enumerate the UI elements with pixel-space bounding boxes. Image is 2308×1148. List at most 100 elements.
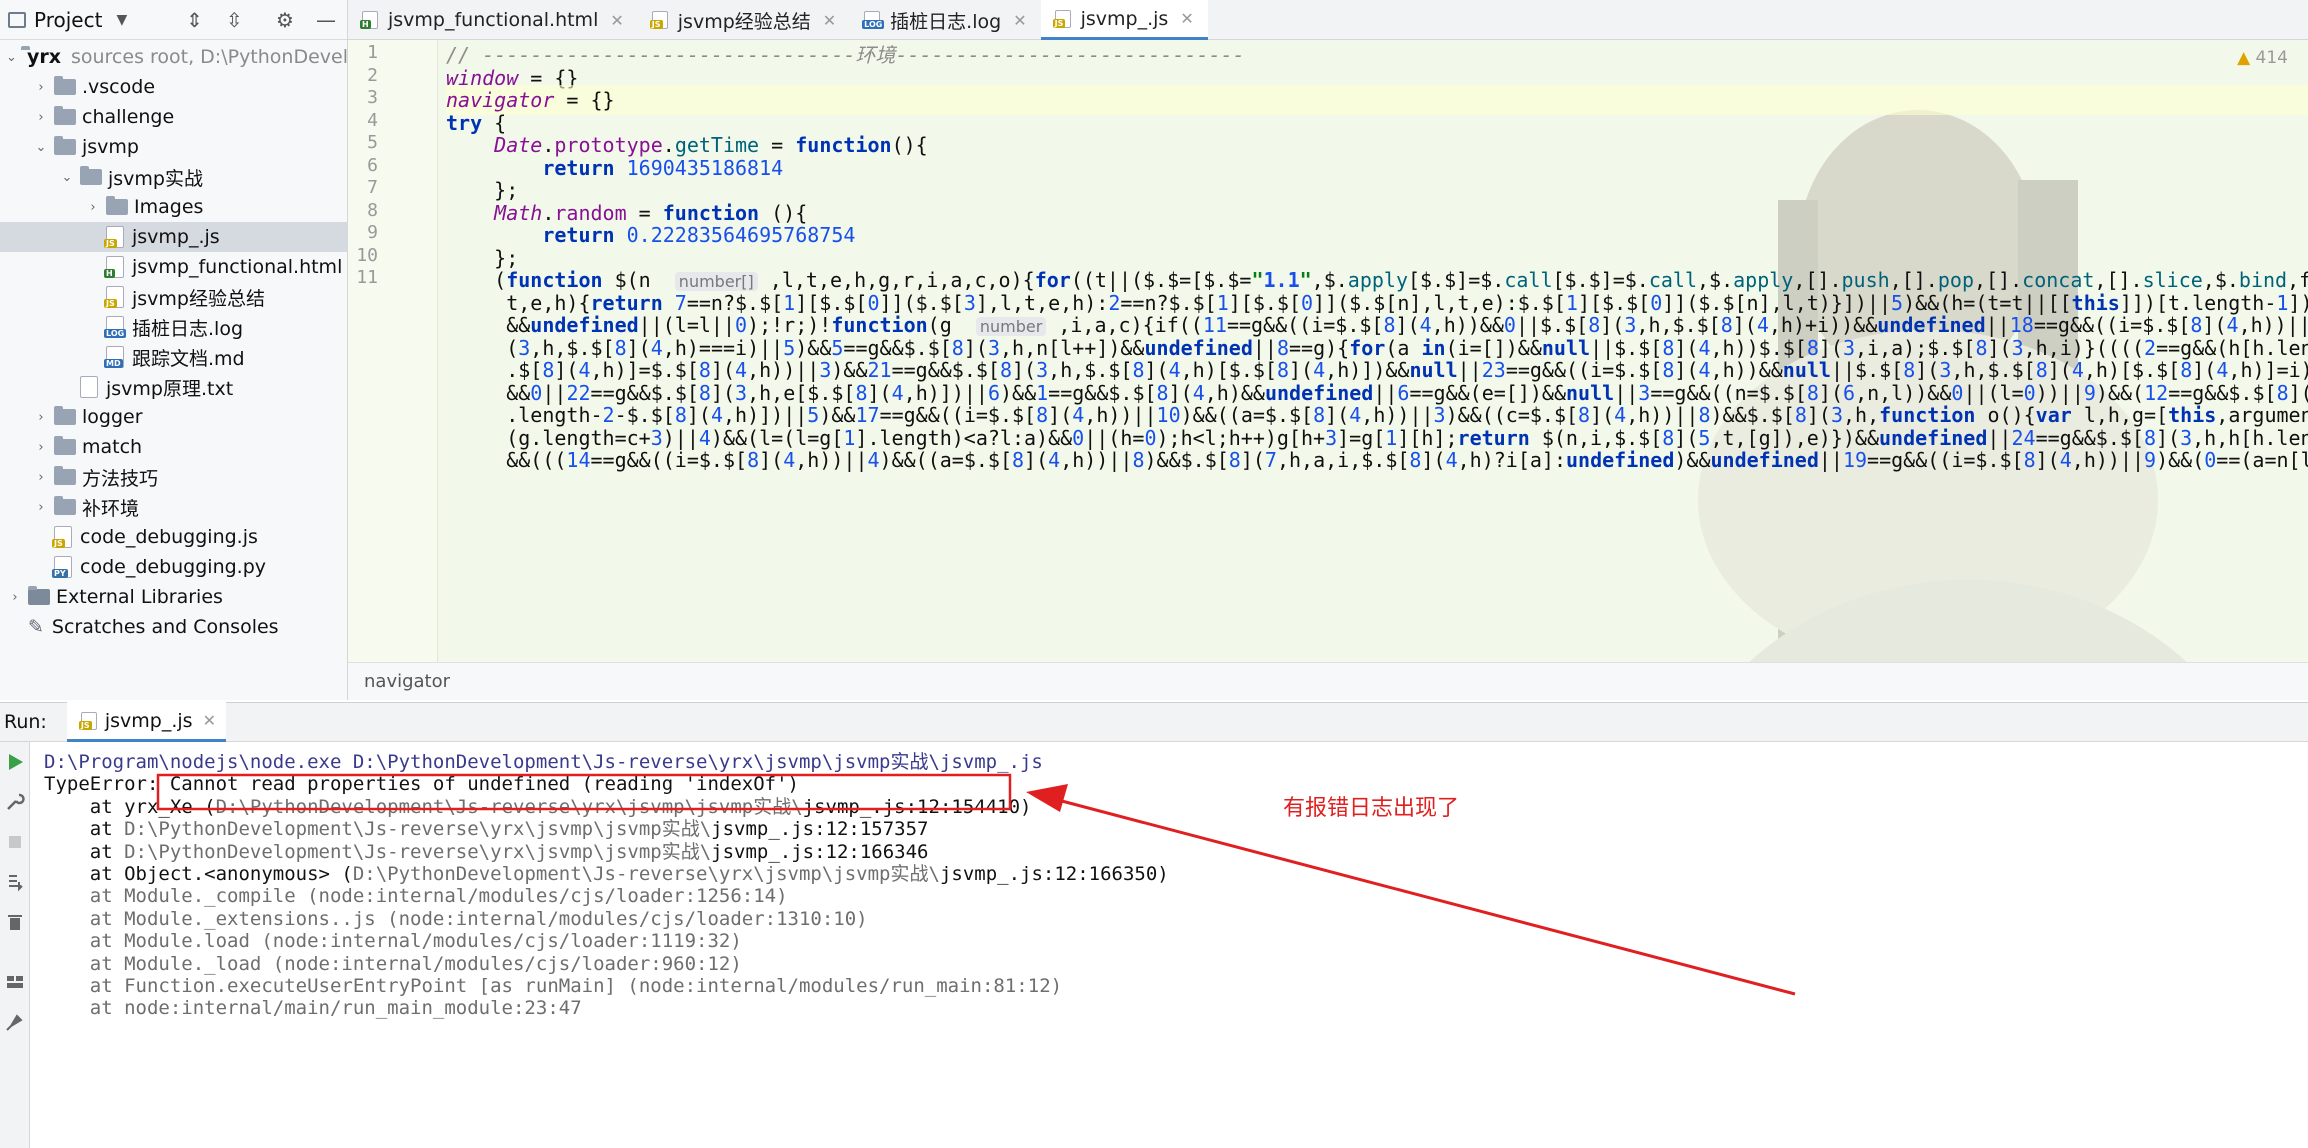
line-number: 6 (367, 154, 378, 176)
run-console[interactable]: D:\Program\nodejs\node.exe D:\PythonDeve… (30, 742, 2308, 1148)
js-file-icon: JS (1052, 9, 1071, 28)
tree-item[interactable]: › Images (0, 192, 348, 222)
run-label: Run: (4, 711, 47, 733)
console-line: at node:internal/main/run_main_module:23… (44, 997, 582, 1020)
tree-item-hint: sources root, D:\PythonDevel (70, 46, 348, 68)
trash-icon[interactable] (5, 912, 25, 932)
project-title[interactable]: Project (34, 8, 102, 32)
line-number: 8 (367, 199, 378, 221)
warnings-indicator[interactable]: ▲ 414 (2237, 48, 2288, 68)
editor-tab[interactable]: Hjsvmp_functional.html ✕ (348, 0, 638, 40)
folder-icon (54, 496, 76, 515)
tree-item[interactable]: › match (0, 432, 348, 462)
pin-icon[interactable] (5, 1012, 25, 1032)
code-area[interactable]: // -------------------------------环境----… (446, 40, 2308, 662)
tree-item[interactable]: LOG 插桩日志.log (0, 312, 348, 342)
gear-icon[interactable]: ⚙ (276, 8, 294, 32)
folder-icon (54, 106, 76, 125)
tree-item-label: 方法技巧 (82, 467, 159, 490)
line-number: 3 (367, 87, 378, 108)
library-icon (28, 586, 50, 605)
run-toolbar (0, 742, 30, 1148)
warning-count: 414 (2255, 48, 2288, 68)
close-icon[interactable]: ✕ (610, 11, 623, 30)
tree-item-label: match (82, 436, 143, 458)
html-file-icon: H (104, 256, 124, 278)
editor-tab[interactable]: JS jsvmp经验总结 ✕ (638, 0, 850, 40)
tree-item[interactable]: › challenge (0, 102, 348, 132)
tree-item-label: jsvmp (82, 136, 139, 158)
tab-label: jsvmp经验总结 (677, 10, 811, 33)
expand-all-icon[interactable]: ⇕ (186, 8, 203, 32)
code-line[interactable]: navigator = {} (446, 85, 2308, 115)
tree-item[interactable]: › External Libraries (0, 582, 348, 612)
breadcrumb[interactable]: navigator (348, 662, 2308, 700)
chevron-right-icon[interactable]: › (32, 500, 50, 515)
chevron-down-icon[interactable]: ⌄ (58, 170, 76, 185)
project-view-icon[interactable] (8, 11, 26, 28)
chevron-right-icon[interactable]: › (32, 410, 50, 425)
rerun-icon[interactable] (5, 752, 25, 772)
scroll-to-end-icon[interactable] (5, 872, 25, 892)
close-icon[interactable]: ✕ (823, 11, 836, 30)
tree-item-label: yrx (26, 46, 61, 68)
chevron-right-icon[interactable]: › (32, 470, 50, 485)
chevron-down-icon[interactable]: ▼ (116, 12, 127, 28)
tree-item[interactable]: ⌄ jsvmp (0, 132, 348, 162)
tree-item[interactable]: ✎ Scratches and Consoles (0, 612, 348, 642)
tree-item[interactable]: MD 跟踪文档.md (0, 342, 348, 372)
tree-item[interactable]: › logger (0, 402, 348, 432)
close-icon[interactable]: ✕ (203, 711, 216, 730)
chevron-right-icon[interactable]: › (6, 590, 24, 605)
log-file-icon: LOG (104, 316, 127, 338)
folder-icon (54, 136, 76, 155)
tree-item-label: challenge (82, 106, 175, 128)
line-number: 9 (367, 222, 378, 243)
layout-icon[interactable] (5, 972, 25, 992)
run-tab[interactable]: JS jsvmp_.js ✕ (66, 702, 226, 742)
tree-item[interactable]: JS jsvmp_.js (0, 222, 348, 252)
tree-item[interactable]: › 补环境 (0, 492, 348, 522)
editor-tabs: Hjsvmp_functional.html ✕ JS jsvmp经验总结 ✕ LOG 插桩… (348, 0, 2308, 40)
tree-item-label: 插桩日志.log (132, 317, 244, 340)
collapse-all-icon[interactable]: ⇳ (226, 8, 243, 32)
tree-item[interactable]: ⌄ yrx sources root, D:\PythonDevel (0, 42, 348, 72)
editor-tab[interactable]: LOG 插桩日志.log ✕ (850, 0, 1040, 40)
close-icon[interactable]: ✕ (1180, 9, 1193, 28)
tree-item-label: jsvmp经验总结 (132, 287, 265, 310)
code-line[interactable]: &&(((14==g&&((i=$.$[8](4,h))||4)&&((a=$.… (446, 445, 2308, 475)
chevron-down-icon[interactable]: ⌄ (32, 140, 50, 155)
editor-tab[interactable]: JS jsvmp_.js ✕ (1040, 0, 1208, 40)
wrench-icon[interactable] (5, 792, 25, 812)
tree-item-label: jsvmp原理.txt (106, 377, 234, 400)
chevron-right-icon[interactable]: › (32, 110, 50, 125)
tree-item[interactable]: PY code_debugging.py (0, 552, 348, 582)
tree-item[interactable]: JS jsvmp经验总结 (0, 282, 348, 312)
log-file-icon: LOG (862, 11, 885, 29)
line-number: 10 (356, 244, 378, 266)
minimize-icon[interactable]: — (316, 8, 336, 32)
folder-icon (106, 196, 128, 215)
js-file-icon: JS (52, 526, 72, 548)
tree-item-label: jsvmp_functional.html (132, 256, 343, 278)
tree-item[interactable]: JS code_debugging.js (0, 522, 348, 552)
breadcrumb-item[interactable]: navigator (364, 671, 450, 692)
run-header: Run: JS jsvmp_.js ✕ (0, 702, 2308, 742)
js-file-icon: JS (78, 711, 97, 730)
tree-item[interactable]: Hjsvmp_functional.html (0, 252, 348, 282)
line-gutter: 1 2 3 4 5 6 7 8 9 10 11 (348, 40, 438, 662)
tree-item[interactable]: ⌄ jsvmp实战 (0, 162, 348, 192)
tree-item[interactable]: jsvmp原理.txt (0, 372, 348, 402)
tree-item[interactable]: › 方法技巧 (0, 462, 348, 492)
chevron-down-icon[interactable]: ⌄ (6, 50, 17, 65)
tree-item[interactable]: › .vscode (0, 72, 348, 102)
warning-icon: ▲ (2237, 48, 2251, 68)
folder-icon (54, 436, 76, 455)
line-number: 5 (367, 132, 378, 153)
chevron-right-icon[interactable]: › (32, 80, 50, 95)
chevron-right-icon[interactable]: › (32, 440, 50, 455)
stop-icon[interactable] (5, 832, 25, 852)
chevron-right-icon[interactable]: › (84, 200, 102, 215)
close-icon[interactable]: ✕ (1013, 11, 1026, 30)
code-editor[interactable]: 1 2 3 4 5 6 7 8 9 10 11 // -----------------------… (348, 40, 2308, 662)
